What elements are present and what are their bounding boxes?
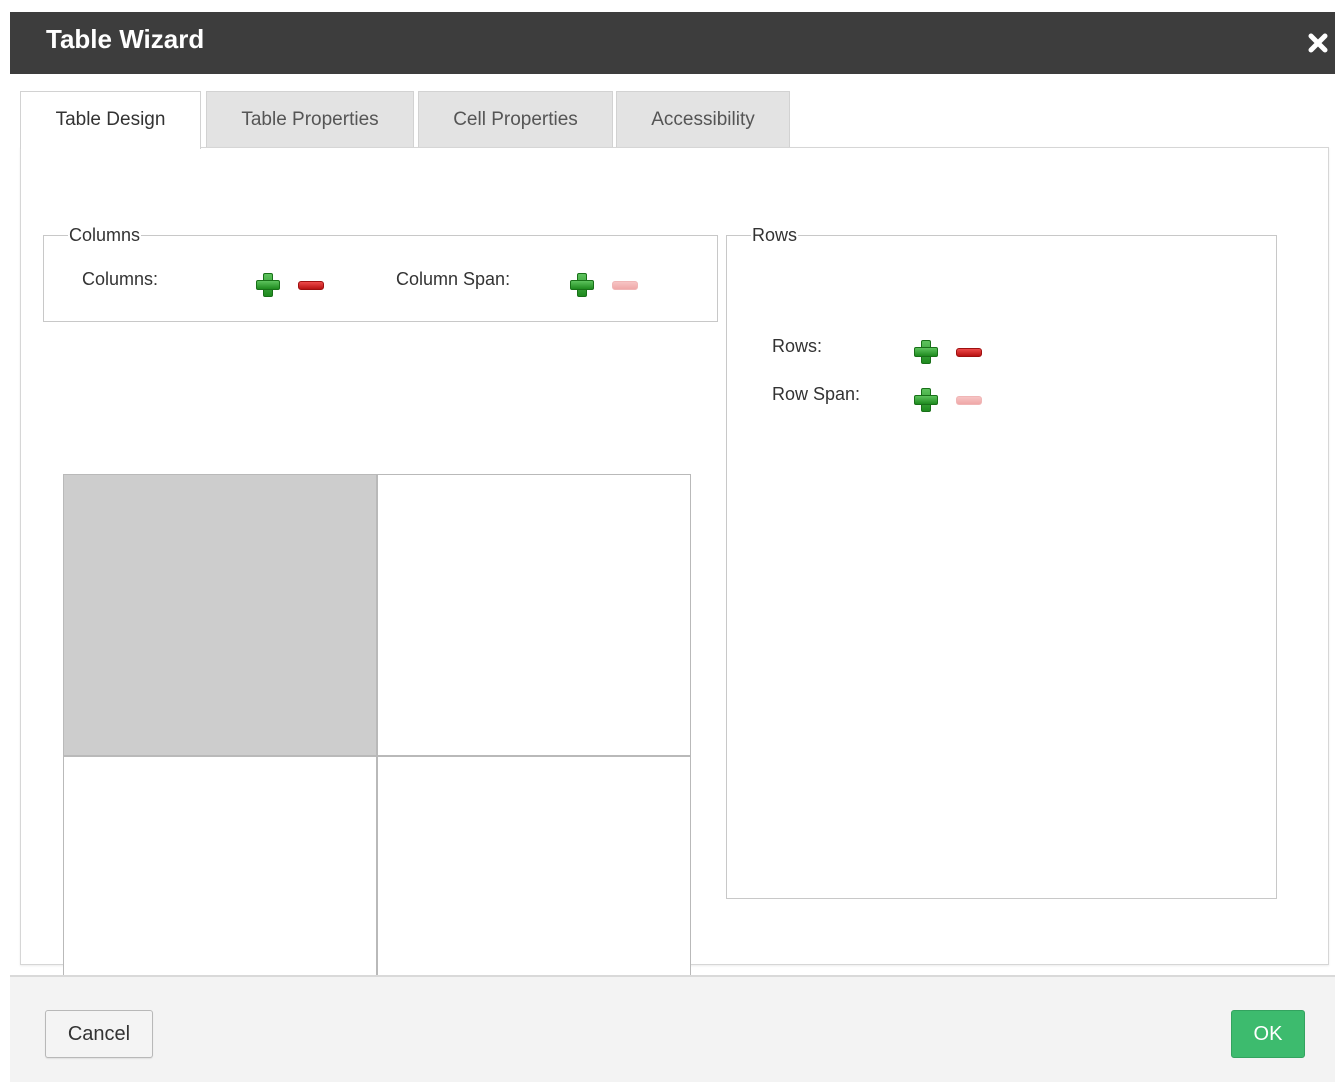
decrease-column-span-minus-icon — [610, 271, 638, 299]
tab-cell-properties[interactable]: Cell Properties — [418, 91, 613, 147]
columns-label: Columns: — [82, 269, 159, 289]
increase-column-span-plus-icon[interactable] — [568, 271, 596, 299]
tab-table-design[interactable]: Table Design — [20, 91, 201, 149]
grid-divider-horizontal — [64, 755, 690, 757]
decrease-row-span-minus-icon — [954, 386, 982, 414]
title-bar: Table Wizard — [10, 12, 1335, 74]
row-span-label: Row Span: — [772, 384, 861, 404]
dialog-footer: Cancel OK — [10, 977, 1335, 1082]
rows-label: Rows: — [772, 336, 823, 356]
table-cell-r1c1[interactable] — [64, 475, 376, 755]
table-design-panel: Columns Columns: Column Span: Rows Rows:… — [20, 147, 1329, 1039]
add-row-plus-icon[interactable] — [912, 338, 940, 366]
cancel-button[interactable]: Cancel — [45, 1010, 153, 1058]
rows-legend: Rows — [752, 225, 798, 245]
column-span-label: Column Span: — [396, 269, 511, 289]
increase-row-span-plus-icon[interactable] — [912, 386, 940, 414]
remove-column-minus-icon[interactable] — [296, 271, 324, 299]
close-icon[interactable] — [1305, 30, 1331, 56]
columns-group: Columns Columns: Column Span: — [43, 225, 718, 322]
tab-table-properties[interactable]: Table Properties — [206, 91, 414, 147]
dialog-title: Table Wizard — [46, 24, 205, 54]
table-preview-grid — [63, 474, 691, 1039]
ok-button[interactable]: OK — [1231, 1010, 1305, 1058]
table-wizard-dialog: Table Wizard Table Design Table Properti… — [10, 12, 1335, 1082]
rows-group: Rows Rows: Row Span: — [726, 225, 1277, 899]
columns-legend: Columns — [69, 225, 141, 245]
tab-accessibility[interactable]: Accessibility — [616, 91, 790, 147]
add-column-plus-icon[interactable] — [254, 271, 282, 299]
remove-row-minus-icon[interactable] — [954, 338, 982, 366]
table-cell-r1c2[interactable] — [378, 475, 690, 755]
